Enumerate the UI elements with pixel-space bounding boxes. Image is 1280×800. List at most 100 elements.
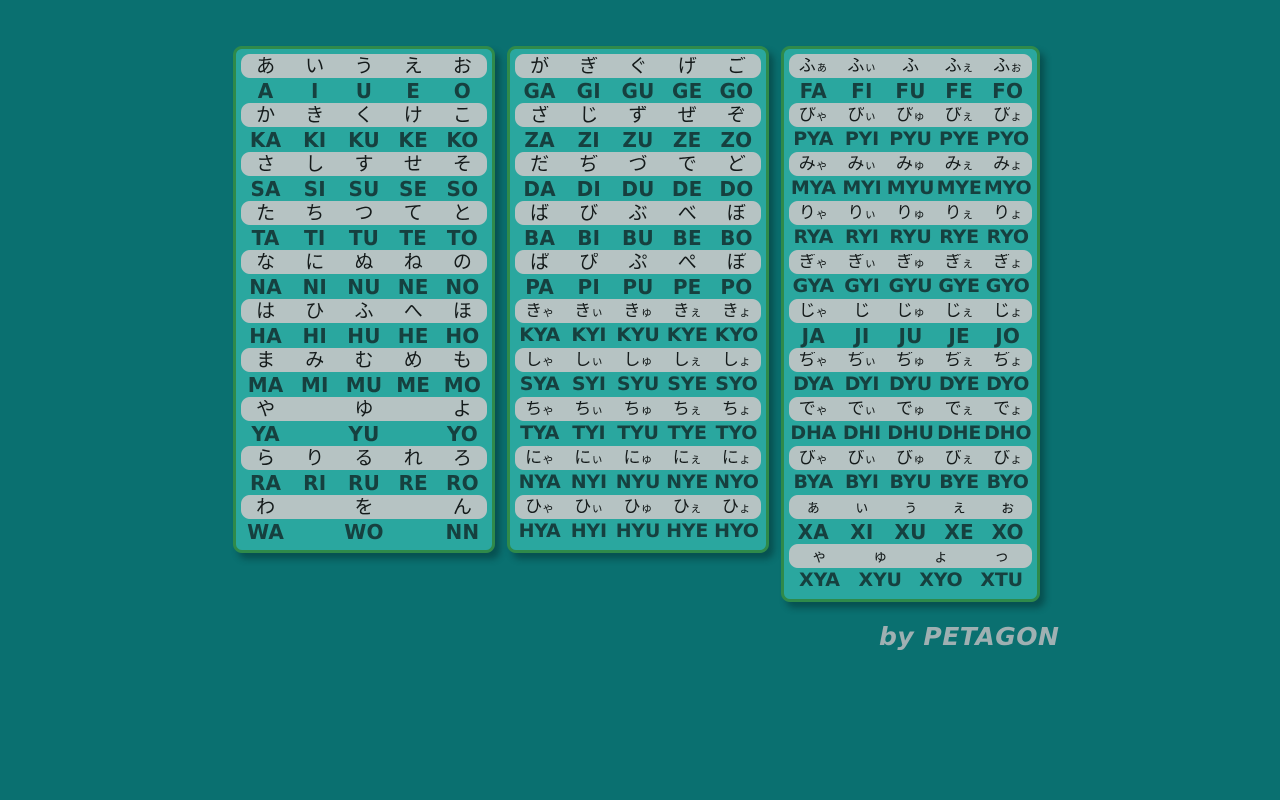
kana-cell: ん [452,497,472,517]
romaji-cell: DHA [790,422,837,444]
romaji-cell: HYU [615,520,661,542]
romaji-cell: KE [398,127,428,152]
romaji-cell: PO [720,274,753,299]
romaji-row: XYA XYU XYO XTU [789,568,1032,593]
kana-row-group: ゃ ゅ ょ っ XYA XYU XYO XTU [789,544,1032,593]
romaji-cell: FE [945,78,973,103]
kana-row: な に ぬ ね の [241,250,487,274]
romaji-cell: WA [247,519,285,544]
kana-row: やゆよ [241,397,487,421]
romaji-cell: DHI [842,422,881,444]
kana-cell: ぱ [530,252,550,272]
romaji-cell: XI [850,519,874,544]
romaji-row: PA PI PU PE PO [515,274,761,299]
romaji-row: SA SI SU SE SO [241,176,487,201]
romaji-cell: XE [944,519,974,544]
romaji-cell: MYI [842,177,882,199]
kana-cell: ぬ [354,252,374,272]
romaji-cell: ZE [672,127,702,152]
romaji-cell: XU [894,519,927,544]
romaji-cell: GYI [844,275,880,297]
hiragana-chart-board: あ い う え お A I U E O か き く け こ KA KI KU KE KO さ し す せ そ SA SI SU SE SO… [233,46,1040,602]
kana-cell: き [305,105,325,125]
kana-cell: こ [452,105,472,125]
kana-cell: ね [403,252,423,272]
romaji-cell: HE [397,323,429,348]
romaji-cell: PYO [986,128,1029,150]
romaji-row: MA MI MU ME MO [241,372,487,397]
romaji-cell: XYA [799,569,840,591]
kana-row: さしすせそ [241,152,487,176]
romaji-cell: RU [347,470,381,495]
romaji-cell: HYE [666,520,709,542]
kana-cell: しゃ [525,351,555,369]
kana-cell: にぃ [574,449,604,467]
kana-cell: ぃ [854,499,870,515]
kana-cell: け [403,105,423,125]
kana-row-group: ぢゃ ぢぃ ぢゅ ぢぇ ぢょ DYA DYI DYU DYE DYO [789,348,1032,397]
kana-cell: れ [403,448,423,468]
romaji-cell: SI [303,176,326,201]
romaji-row: PYA PYI PYU PYE PYO [789,127,1032,152]
romaji-row: MYA MYI MYU MYE MYO [789,176,1032,201]
romaji-cell: SA [250,176,281,201]
kana-cell: みぇ [944,155,974,173]
romaji-cell: JA [801,323,825,348]
romaji-cell: SYU [616,373,660,395]
kana-cell: ず [628,105,648,125]
romaji-cell: YU [348,421,380,446]
kana-cell: ぉ [1000,499,1016,515]
romaji-row: NA NI NU NE NO [241,274,487,299]
romaji-cell: DHE [937,422,982,444]
romaji-cell: SYO [715,373,758,395]
romaji-cell: BO [720,225,753,250]
romaji-cell: PU [622,274,654,299]
kana-cell: ふぉ [993,57,1023,75]
romaji-cell: XYU [858,569,902,591]
romaji-cell: GU [621,78,655,103]
romaji-cell: BU [622,225,654,250]
kana-cell: ひぇ [672,498,702,516]
romaji-cell: KO [446,127,479,152]
kana-cell: に [305,252,325,272]
romaji-cell: MYA [790,177,836,199]
kana-cell: し [305,154,325,174]
romaji-cell: E [406,78,421,103]
kana-row-group: ぁ ぃ ぅ ぇ ぉ XA XI XU XE XO [789,495,1032,544]
kana-row: ぱぴぷぺぽ [515,250,761,274]
kana-cell: にぇ [672,449,702,467]
romaji-row: XA XI XU XE XO [789,519,1032,544]
romaji-row: BYA BYI BYU BYE BYO [789,470,1032,495]
romaji-cell: NYE [666,471,709,493]
kana-cell: ちぃ [574,400,604,418]
romaji-cell: JI [854,323,870,348]
kana-cell: にょ [721,449,751,467]
kana-cell: じ [579,105,599,125]
romaji-row: RYA RYI RYU RYE RYO [789,225,1032,250]
kana-row-group: た ち つ て と TA TI TU TE TO [241,201,487,250]
romaji-cell: DYI [844,373,880,395]
kana-cell: ひゃ [525,498,555,516]
kana-cell: でょ [993,400,1023,418]
kana-cell: ど [726,154,746,174]
kana-cell: きゅ [623,302,653,320]
romaji-cell: GE [671,78,703,103]
romaji-cell: GYO [985,275,1030,297]
romaji-cell: MYO [983,177,1032,199]
kana-row: あいうえお [241,54,487,78]
romaji-cell: DYA [793,373,834,395]
romaji-cell: GYE [938,275,980,297]
romaji-cell: I [310,78,319,103]
romaji-cell: KYA [519,324,560,346]
kana-cell: ぷ [628,252,648,272]
kana-row-group: にゃ にぃ にゅ にぇ にょ NYA NYI NYU NYE NYO [515,446,761,495]
romaji-row: DA DI DU DE DO [515,176,761,201]
romaji-cell: PE [672,274,702,299]
romaji-cell: DU [621,176,655,201]
romaji-cell: TU [348,225,380,250]
romaji-cell: U [355,78,373,103]
kana-cell: ふ [354,301,374,321]
romaji-cell: NO [445,274,480,299]
romaji-cell: PYU [889,128,932,150]
romaji-cell: SYA [519,373,560,395]
